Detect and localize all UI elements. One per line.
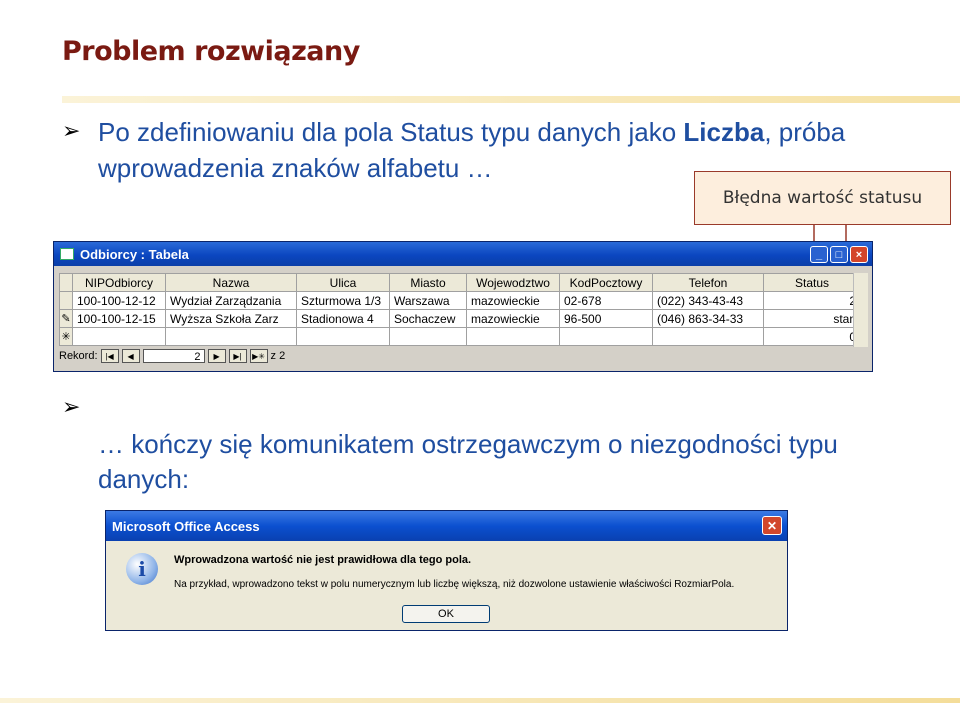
bullet-1-bold: Liczba xyxy=(683,117,765,147)
table-cell[interactable]: mazowieckie xyxy=(466,291,560,310)
table-cell[interactable] xyxy=(652,327,764,346)
table-cell[interactable] xyxy=(296,327,390,346)
table-cell[interactable]: 0 xyxy=(763,327,861,346)
message-body: Na przykład, wprowadzono tekst w polu nu… xyxy=(174,579,735,590)
first-record-icon[interactable]: |◀ xyxy=(100,349,119,363)
message-heading: Wprowadzona wartość nie jest prawidłowa … xyxy=(174,554,472,566)
prev-record-icon[interactable]: ◀ xyxy=(121,349,140,363)
record-number-input[interactable]: 2 xyxy=(142,349,205,363)
table-cell-status-input[interactable]: stan xyxy=(763,309,861,328)
table-cell[interactable]: Stadionowa 4 xyxy=(296,309,390,328)
new-record-icon[interactable]: ▶✳ xyxy=(249,349,268,363)
table-icon xyxy=(60,248,74,260)
table-cell[interactable] xyxy=(72,327,166,346)
table-row: 100-100-12-12 Wydział Zarządzania Szturm… xyxy=(59,291,861,310)
table-cell[interactable]: Warszawa xyxy=(389,291,467,310)
column-header[interactable]: Telefon xyxy=(652,273,764,292)
message-box-title: Microsoft Office Access xyxy=(112,518,260,534)
bullet-arrow-icon: ➢ xyxy=(62,394,81,419)
next-record-icon[interactable]: ▶ xyxy=(207,349,226,363)
table-cell[interactable]: Sochaczew xyxy=(389,309,467,328)
table-cell[interactable]: 96-500 xyxy=(559,309,653,328)
table-cell[interactable] xyxy=(559,327,653,346)
table-cell[interactable]: Wyższa Szkoła Zarz xyxy=(165,309,297,328)
table-row-new: ✳ 0 xyxy=(59,327,861,346)
vertical-scrollbar[interactable] xyxy=(853,273,868,347)
table-cell[interactable]: Szturmowa 1/3 xyxy=(296,291,390,310)
table-cell[interactable] xyxy=(389,327,467,346)
table-row: ✎ 100-100-12-15 Wyższa Szkoła Zarz Stadi… xyxy=(59,309,861,328)
close-icon[interactable]: ✕ xyxy=(762,516,782,535)
bullet-2: … kończy się komunikatem ostrzegawczym o… xyxy=(98,427,858,497)
table-header-row: NIPOdbiorcy Nazwa Ulica Miasto Wojewodzt… xyxy=(59,273,861,292)
table-cell[interactable] xyxy=(165,327,297,346)
last-record-icon[interactable]: ▶| xyxy=(228,349,247,363)
column-header[interactable]: NIPOdbiorcy xyxy=(72,273,166,292)
column-header[interactable]: Ulica xyxy=(296,273,390,292)
callout-text: Błędna wartość statusu xyxy=(722,188,923,208)
table-window-titlebar[interactable]: Odbiorcy : Tabela xyxy=(54,242,872,266)
table-cell[interactable]: 100-100-12-12 xyxy=(72,291,166,310)
table-cell[interactable]: 02-678 xyxy=(559,291,653,310)
row-selector[interactable] xyxy=(59,291,73,310)
select-all-cell[interactable] xyxy=(59,273,73,292)
record-label: Rekord: xyxy=(59,350,98,362)
table-window-title: Odbiorcy : Tabela xyxy=(80,246,189,262)
new-record-selector[interactable]: ✳ xyxy=(59,327,73,346)
record-navigator: Rekord: |◀ ◀ 2 ▶ ▶| ▶✳ z 2 xyxy=(59,349,285,363)
table-window: Odbiorcy : Tabela _ □ × NIPOdbiorcy Nazw… xyxy=(53,241,873,372)
info-icon: i xyxy=(126,553,158,585)
table-cell[interactable]: 2 xyxy=(763,291,861,310)
close-button[interactable]: × xyxy=(850,246,868,263)
table-cell[interactable] xyxy=(466,327,560,346)
column-header[interactable]: KodPocztowy xyxy=(559,273,653,292)
minimize-button[interactable]: _ xyxy=(810,246,828,263)
table-cell[interactable]: Wydział Zarządzania xyxy=(165,291,297,310)
column-header[interactable]: Wojewodztwo xyxy=(466,273,560,292)
column-header[interactable]: Miasto xyxy=(389,273,467,292)
title-divider xyxy=(62,96,960,103)
datasheet-grid: NIPOdbiorcy Nazwa Ulica Miasto Wojewodzt… xyxy=(59,273,861,346)
bullet-2-text: … kończy się komunikatem ostrzegawczym o… xyxy=(98,429,838,494)
bullet-1-text: Po zdefiniowaniu dla pola Status typu da… xyxy=(98,117,684,147)
row-selector[interactable]: ✎ xyxy=(59,309,73,328)
bullet-arrow-icon: ➢ xyxy=(62,118,81,143)
table-cell[interactable]: mazowieckie xyxy=(466,309,560,328)
message-box-titlebar[interactable]: Microsoft Office Access xyxy=(106,511,787,541)
table-cell[interactable]: (022) 343-43-43 xyxy=(652,291,764,310)
slide-title: Problem rozwiązany xyxy=(62,36,360,67)
column-header[interactable]: Nazwa xyxy=(165,273,297,292)
message-box: Microsoft Office Access ✕ i Wprowadzona … xyxy=(105,510,788,631)
table-cell[interactable]: (046) 863-34-33 xyxy=(652,309,764,328)
maximize-button[interactable]: □ xyxy=(830,246,848,263)
table-cell[interactable]: 100-100-12-15 xyxy=(72,309,166,328)
callout-box: Błędna wartość statusu xyxy=(694,171,951,225)
footer-divider xyxy=(0,698,960,703)
record-total: z 2 xyxy=(270,350,286,362)
ok-button[interactable]: OK xyxy=(402,605,490,623)
column-header[interactable]: Status xyxy=(763,273,861,292)
